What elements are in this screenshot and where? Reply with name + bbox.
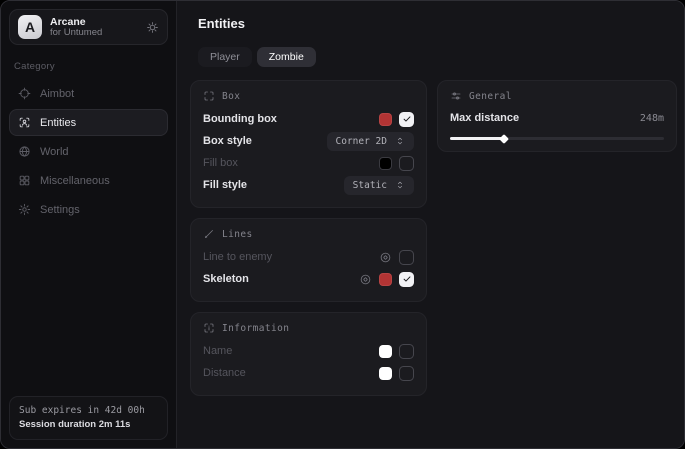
skeleton-row: Skeleton <box>203 268 414 290</box>
skeleton-settings-icon[interactable] <box>359 273 372 286</box>
fill-box-color-swatch[interactable] <box>379 157 392 170</box>
general-card-title: General <box>469 91 512 102</box>
skeleton-color-swatch[interactable] <box>379 273 392 286</box>
profile-settings-gear-icon[interactable] <box>146 21 159 34</box>
box-style-value: Corner 2D <box>336 136 387 147</box>
bounding-box-color-swatch[interactable] <box>379 113 392 126</box>
information-card-title: Information <box>222 323 289 334</box>
line-to-enemy-label: Line to enemy <box>203 251 272 263</box>
app-name: Arcane <box>50 16 138 28</box>
sidebar-nav: Aimbot Entities World Miscellaneous <box>9 80 168 223</box>
fill-style-label: Fill style <box>203 179 247 191</box>
subscription-card: Sub expires in 42d 00h Session duration … <box>9 396 168 441</box>
fill-style-row: Fill style Static <box>203 174 414 196</box>
box-style-label: Box style <box>203 135 252 147</box>
arcane-window: A Arcane for Untumed Category Aimbot <box>0 0 685 449</box>
max-distance-slider[interactable] <box>450 137 664 140</box>
tab-zombie[interactable]: Zombie <box>257 47 316 67</box>
fill-style-value: Static <box>353 180 387 191</box>
distance-label: Distance <box>203 367 246 379</box>
name-checkbox[interactable] <box>399 344 414 359</box>
sidebar-item-entities[interactable]: Entities <box>9 109 168 136</box>
gear-icon <box>18 203 31 216</box>
fill-box-row: Fill box <box>203 152 414 174</box>
sub-expires-text: Sub expires in 42d 00h <box>19 404 158 418</box>
sidebar-item-label: Settings <box>40 204 80 216</box>
information-card: Information Name Distance <box>190 312 427 396</box>
bounding-box-checkbox[interactable] <box>399 112 414 127</box>
sliders-icon <box>450 90 462 102</box>
max-distance-value: 248m <box>640 113 664 124</box>
tab-player[interactable]: Player <box>198 47 252 67</box>
entity-tabs: Player Zombie <box>198 47 677 67</box>
sidebar-item-label: Miscellaneous <box>40 175 110 187</box>
box-corners-icon <box>203 90 215 102</box>
chevrons-up-down-icon <box>395 180 405 190</box>
box-card: Box Bounding box Box style <box>190 80 427 208</box>
sidebar-item-label: World <box>40 146 69 158</box>
slider-fill <box>450 137 504 140</box>
app-logo: A <box>18 15 42 39</box>
fill-box-checkbox[interactable] <box>399 156 414 171</box>
line-to-enemy-checkbox[interactable] <box>399 250 414 265</box>
sidebar-item-label: Aimbot <box>40 88 74 100</box>
box-style-row: Box style Corner 2D <box>203 130 414 152</box>
session-duration-text: Session duration 2m 11s <box>19 418 158 432</box>
profile-card[interactable]: A Arcane for Untumed <box>9 9 168 45</box>
sidebar-item-aimbot[interactable]: Aimbot <box>9 80 168 107</box>
skeleton-label: Skeleton <box>203 273 249 285</box>
name-row: Name <box>203 340 414 362</box>
distance-color-swatch[interactable] <box>379 367 392 380</box>
distance-row: Distance <box>203 362 414 384</box>
diagonal-line-icon <box>203 228 215 240</box>
globe-icon <box>18 145 31 158</box>
sidebar: A Arcane for Untumed Category Aimbot <box>1 1 176 448</box>
bounding-box-row: Bounding box <box>203 108 414 130</box>
bounding-box-label: Bounding box <box>203 113 277 125</box>
sidebar-item-world[interactable]: World <box>9 138 168 165</box>
grid-icon <box>18 174 31 187</box>
fill-box-label: Fill box <box>203 157 238 169</box>
lines-card: Lines Line to enemy Skeleton <box>190 218 427 302</box>
crosshair-icon <box>18 87 31 100</box>
chevrons-up-down-icon <box>395 136 405 146</box>
distance-checkbox[interactable] <box>399 366 414 381</box>
category-label: Category <box>14 61 168 72</box>
information-scan-icon <box>203 322 215 334</box>
sidebar-item-settings[interactable]: Settings <box>9 196 168 223</box>
sidebar-item-label: Entities <box>40 117 76 129</box>
box-style-dropdown[interactable]: Corner 2D <box>327 132 414 151</box>
name-label: Name <box>203 345 232 357</box>
line-to-enemy-row: Line to enemy <box>203 246 414 268</box>
sidebar-item-miscellaneous[interactable]: Miscellaneous <box>9 167 168 194</box>
content-area: Box Bounding box Box style <box>190 80 677 396</box>
skeleton-checkbox[interactable] <box>399 272 414 287</box>
profile-text: Arcane for Untumed <box>50 16 138 39</box>
max-distance-row: Max distance 248m <box>450 108 664 128</box>
name-color-swatch[interactable] <box>379 345 392 358</box>
line-settings-icon[interactable] <box>379 251 392 264</box>
box-card-title: Box <box>222 91 240 102</box>
entities-scan-icon <box>18 116 31 129</box>
lines-card-title: Lines <box>222 229 253 240</box>
general-card: General Max distance 248m <box>437 80 677 152</box>
slider-thumb[interactable] <box>499 134 509 144</box>
app-subtitle: for Untumed <box>50 28 138 39</box>
page-title: Entities <box>198 16 677 31</box>
fill-style-dropdown[interactable]: Static <box>344 176 414 195</box>
main-panel: Entities Player Zombie Box Bounding box <box>176 1 685 448</box>
max-distance-label: Max distance <box>450 112 519 124</box>
